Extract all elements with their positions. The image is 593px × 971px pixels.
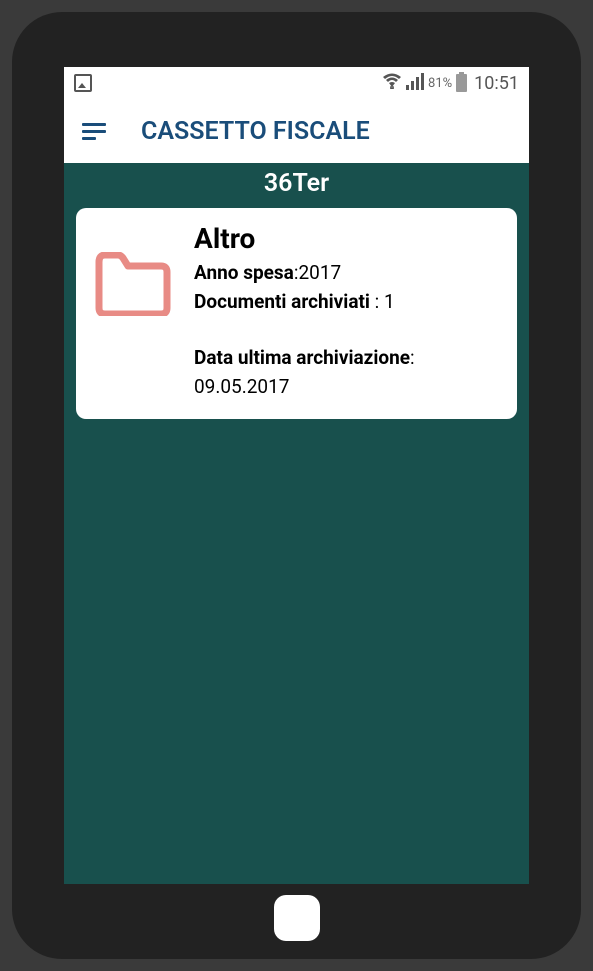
section-title: 36Ter	[64, 163, 529, 208]
menu-icon[interactable]	[82, 123, 106, 140]
status-left	[74, 74, 92, 92]
card-title: Altro	[194, 222, 499, 255]
data-label: Data ultima archiviazione	[194, 346, 410, 369]
home-button[interactable]	[274, 895, 320, 941]
screen: 81% 10:51 CASSETTO FISCALE 36Ter Altro A…	[64, 67, 529, 884]
anno-label: Anno spesa	[194, 261, 294, 284]
clock: 10:51	[474, 73, 519, 94]
battery-percentage: 81%	[428, 76, 452, 91]
anno-line: Anno spesa:2017	[194, 259, 499, 288]
image-icon	[74, 74, 92, 92]
folder-card[interactable]: Altro Anno spesa:2017 Documenti archivia…	[76, 208, 517, 419]
app-bar: CASSETTO FISCALE	[64, 99, 529, 163]
wifi-icon	[382, 73, 402, 94]
battery-icon	[456, 74, 467, 92]
data-suffix: :	[410, 346, 415, 369]
doc-line: Documenti archiviati : 1	[194, 288, 499, 317]
doc-value: : 1	[370, 290, 395, 313]
signal-icon	[406, 72, 424, 94]
anno-value: :2017	[294, 261, 341, 284]
app-title: CASSETTO FISCALE	[141, 117, 370, 146]
doc-label: Documenti archiviati	[194, 290, 370, 313]
status-right: 81% 10:51	[382, 72, 519, 94]
card-content: Altro Anno spesa:2017 Documenti archivia…	[194, 222, 499, 401]
status-bar: 81% 10:51	[64, 67, 529, 99]
data-value: 09.05.2017	[194, 375, 289, 398]
data-line: Data ultima archiviazione: 09.05.2017	[194, 344, 499, 401]
folder-icon	[94, 252, 172, 320]
tablet-frame: 81% 10:51 CASSETTO FISCALE 36Ter Altro A…	[12, 12, 581, 959]
